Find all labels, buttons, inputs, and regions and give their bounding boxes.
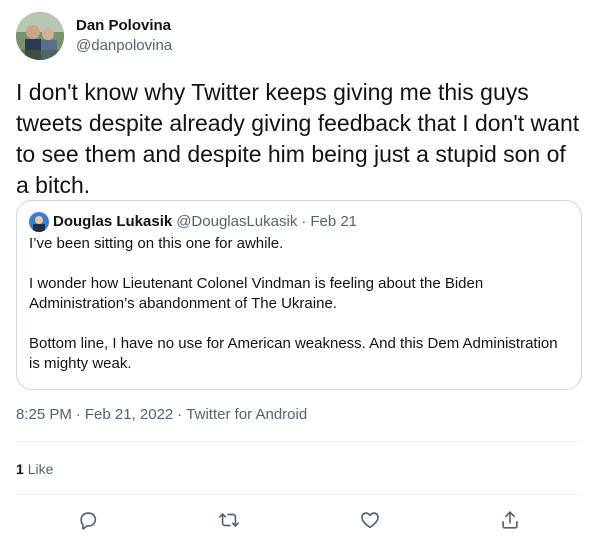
quoted-separator: · xyxy=(301,213,307,230)
divider xyxy=(16,494,582,495)
quoted-paragraph: Bottom line, I have no use for American … xyxy=(29,335,558,372)
like-button[interactable] xyxy=(353,505,387,535)
tweet-date[interactable]: Feb 21, 2022 xyxy=(85,405,173,425)
quoted-date: Feb 21 xyxy=(310,213,358,230)
share-icon xyxy=(502,511,518,529)
reply-icon xyxy=(80,512,97,530)
tweet-text: I don't know why Twitter keeps giving me… xyxy=(16,79,580,198)
meta-separator: · xyxy=(177,406,183,423)
likes-count: 1 xyxy=(16,461,24,477)
quoted-tweet[interactable]: Douglas Lukasik @DouglasLukasik · Feb 21… xyxy=(16,200,582,390)
quoted-author-avatar xyxy=(29,212,49,232)
tweet-time[interactable]: 8:25 PM xyxy=(16,405,72,425)
retweet-icon xyxy=(219,513,239,527)
meta-separator: · xyxy=(75,406,81,423)
author-avatar[interactable] xyxy=(16,12,64,60)
quoted-author-handle: @DouglasLukasik xyxy=(176,213,298,230)
tweet-source[interactable]: Twitter for Android xyxy=(186,405,307,425)
tweet-author[interactable]: Dan Polovina @danpolovina xyxy=(16,12,172,60)
reply-button[interactable] xyxy=(71,505,105,535)
author-display-name[interactable]: Dan Polovina xyxy=(76,16,172,36)
tweet-meta: 8:25 PM · Feb 21, 2022 · Twitter for And… xyxy=(16,405,307,425)
divider xyxy=(16,441,582,442)
heart-icon xyxy=(361,512,379,529)
likes-link[interactable]: 1 Like xyxy=(16,459,53,479)
share-button[interactable] xyxy=(493,505,527,535)
retweet-button[interactable] xyxy=(212,505,246,535)
likes-label: Like xyxy=(27,461,54,477)
quoted-paragraph: I’ve been sitting on this one for awhile… xyxy=(29,235,284,252)
quoted-author-display-name: Douglas Lukasik xyxy=(53,213,173,230)
author-handle[interactable]: @danpolovina xyxy=(76,36,172,56)
quoted-paragraph: I wonder how Lieutenant Colonel Vindman … xyxy=(29,275,484,312)
quoted-tweet-text: I’ve been sitting on this one for awhile… xyxy=(29,234,569,374)
action-bar xyxy=(0,505,598,535)
